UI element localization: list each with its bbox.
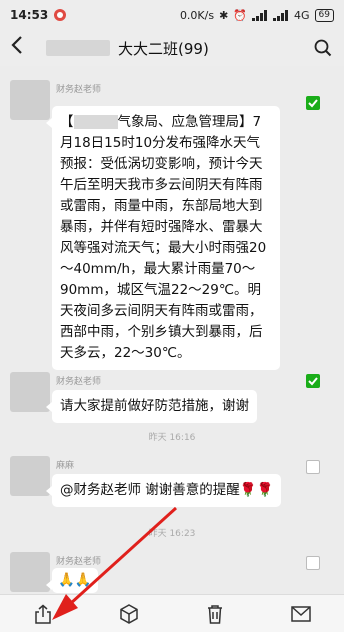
battery-icon: 69 bbox=[314, 8, 334, 22]
avatar[interactable] bbox=[10, 80, 50, 120]
select-checkbox[interactable] bbox=[306, 556, 320, 570]
sender-name: 麻麻 bbox=[56, 461, 75, 471]
signal-icon bbox=[252, 9, 268, 21]
message-text: @财务赵老师 谢谢善意的提醒🌹🌹 bbox=[60, 482, 274, 498]
message-bubble[interactable]: @财务赵老师 谢谢善意的提醒🌹🌹 bbox=[45, 474, 282, 507]
redacted-text bbox=[73, 115, 118, 129]
select-checkbox[interactable] bbox=[306, 460, 320, 474]
bluetooth-icon: ✱ bbox=[219, 8, 229, 22]
notification-icon bbox=[54, 9, 67, 21]
chat-title: 大大二班(99) bbox=[118, 39, 209, 58]
share-icon[interactable] bbox=[30, 601, 56, 627]
message-item[interactable]: 财务赵老师 🙏🙏 bbox=[0, 546, 344, 594]
message-bubble[interactable]: 🙏🙏 bbox=[46, 568, 98, 593]
chat-header: 大大二班(99) bbox=[0, 30, 344, 66]
message-bubble[interactable]: 【气象局、应急管理局】7月18日15时10分发布强降水天气预报：受低涡切变影响，… bbox=[46, 106, 280, 370]
sender-name: 财务赵老师 bbox=[56, 377, 102, 387]
avatar[interactable] bbox=[10, 372, 50, 412]
search-icon[interactable] bbox=[312, 37, 334, 59]
message-item[interactable]: 财务赵老师 【气象局、应急管理局】7月18日15时10分发布强降水天气预报：受低… bbox=[0, 74, 344, 370]
status-time: 14:53 bbox=[10, 8, 49, 22]
network-speed: 0.0K/s bbox=[179, 8, 215, 22]
alarm-icon: ⏰ bbox=[233, 8, 248, 22]
message-item[interactable]: 麻麻 @财务赵老师 谢谢善意的提醒🌹🌹 bbox=[0, 450, 344, 510]
signal-icon-2 bbox=[273, 9, 289, 21]
avatar[interactable] bbox=[10, 552, 50, 592]
title-redacted bbox=[46, 40, 110, 56]
message-text: 🙏🙏 bbox=[58, 572, 92, 588]
avatar[interactable] bbox=[10, 456, 50, 496]
back-arrow-icon[interactable] bbox=[10, 35, 32, 61]
message-item[interactable]: 财务赵老师 请大家提前做好防范措施，谢谢 bbox=[0, 366, 344, 426]
timestamp: 昨天 16:23 bbox=[148, 529, 196, 539]
select-checkbox[interactable] bbox=[306, 374, 320, 388]
message-text: 请大家提前做好防范措施，谢谢 bbox=[60, 398, 249, 414]
favorite-icon[interactable] bbox=[116, 601, 142, 627]
delete-icon[interactable] bbox=[202, 601, 228, 627]
status-bar: 14:53 0.0K/s ✱ ⏰ 4G 69 bbox=[0, 0, 344, 30]
chat-list[interactable]: 财务赵老师 【气象局、应急管理局】7月18日15时10分发布强降水天气预报：受低… bbox=[0, 66, 344, 594]
message-bubble[interactable]: 请大家提前做好防范措施，谢谢 bbox=[46, 390, 257, 423]
multi-select-toolbar bbox=[0, 594, 344, 632]
sender-name: 财务赵老师 bbox=[56, 557, 102, 567]
network-type: 4G bbox=[294, 8, 310, 22]
mail-icon[interactable] bbox=[288, 601, 314, 627]
message-text: 气象局、应急管理局】7月18日15时10分发布强降水天气预报：受低涡切变影响，预… bbox=[60, 114, 267, 361]
sender-name: 财务赵老师 bbox=[56, 85, 102, 95]
select-checkbox[interactable] bbox=[306, 96, 320, 110]
timestamp: 昨天 16:16 bbox=[148, 433, 196, 443]
